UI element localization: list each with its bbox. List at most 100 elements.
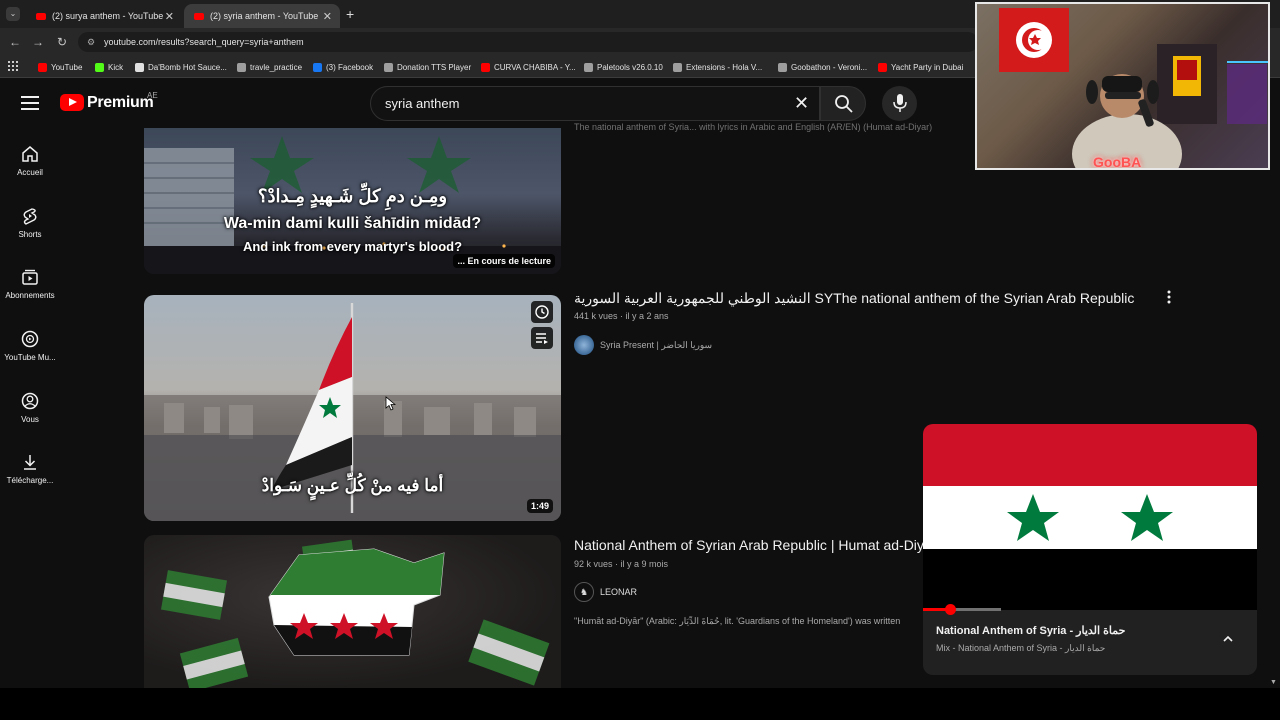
bookmark-item[interactable]: YouTube (38, 61, 82, 73)
clear-search-icon[interactable]: ✕ (794, 94, 809, 112)
bookmark-label: Extensions - Hola V... (686, 62, 763, 72)
bookmark-item[interactable]: Goobathon - Veroni... (778, 61, 867, 73)
bookmark-favicon-icon (481, 62, 490, 72)
video-title[interactable]: National Anthem of Syrian Arab Republic … (574, 537, 924, 553)
menu-icon[interactable] (21, 96, 39, 110)
scrollbar-down-arrow-icon[interactable]: ▼ (1270, 679, 1277, 686)
video-title[interactable]: النشيد الوطني للجمهورية العربية السورية … (574, 290, 1134, 307)
video-thumbnail[interactable] (144, 535, 561, 688)
bookmark-item[interactable]: Kick (95, 61, 123, 73)
bookmark-label: Paletools v26.0.10 (597, 62, 663, 72)
sidebar-item-youtube-music[interactable]: YouTube Mu... (0, 330, 60, 362)
upload-age: il y a 9 mois (620, 559, 669, 569)
youtube-music-icon (21, 330, 39, 348)
bookmark-label: Donation TTS Player (397, 62, 472, 72)
tab-title: (2) syria anthem - YouTube (210, 11, 319, 21)
flag-stars-icon (1007, 494, 1173, 541)
expand-chevron-icon[interactable] (1221, 632, 1235, 646)
bookmark-label: Da'Bomb Hot Sauce... (148, 62, 227, 72)
watch-later-button[interactable] (531, 301, 553, 323)
address-bar[interactable]: ⚙ youtube.com/results?search_query=syria… (78, 32, 978, 52)
miniplayer-subtitle: Mix - National Anthem of Syria - حماة ال… (936, 643, 1106, 653)
bookmark-label: (3) Facebook (326, 62, 374, 72)
home-icon (22, 146, 38, 162)
overlay-transliteration-text: Wa-min dami kulli šahīdin midād? (223, 215, 482, 232)
bookmark-favicon-icon (878, 62, 887, 72)
sidebar-item-home[interactable]: Accueil (0, 145, 60, 177)
bookmark-favicon-icon (135, 62, 144, 72)
account-icon (21, 392, 39, 410)
overlay-english-text: And ink from every martyr's blood? (242, 239, 463, 254)
bookmark-favicon-icon (313, 62, 322, 72)
back-button[interactable]: ← (6, 33, 24, 51)
apps-grid-icon[interactable] (8, 61, 18, 71)
bookmark-label: travle_practice (250, 62, 303, 72)
sidebar-item-subscriptions[interactable]: Abonnements (0, 268, 60, 300)
bookmark-item[interactable]: Donation TTS Player (384, 61, 471, 73)
youtube-favicon-icon (194, 12, 204, 20)
channel-link[interactable]: Syria Present | سوريا الحاضر (574, 335, 712, 355)
add-to-queue-button[interactable] (531, 327, 553, 349)
video-thumbnail[interactable]: ومِـن دمِ كلِّ شَـهيدٍ مِـدادْ؟ Wa-min d… (144, 128, 561, 274)
bookmark-label: Kick (108, 62, 124, 72)
progress-scrubber[interactable] (944, 604, 956, 615)
search-query: syria anthem (385, 96, 460, 111)
bookmark-item[interactable]: (3) Facebook (313, 61, 373, 73)
search-button[interactable] (820, 86, 866, 121)
tab-title: (2) surya anthem - YouTube (52, 11, 164, 21)
subscriptions-icon (22, 269, 38, 285)
brand-label[interactable]: Premium (87, 94, 154, 112)
search-input[interactable]: syria anthem (370, 86, 820, 121)
bookmark-item[interactable]: Paletools v26.0.10 (584, 61, 663, 73)
webcam-scene-icon (999, 8, 1268, 168)
avatar[interactable] (574, 335, 594, 355)
sidebar-item-label: Vous (21, 415, 39, 424)
search-icon (835, 95, 853, 113)
sidebar-item-label: YouTube Mu... (4, 353, 56, 362)
sidebar-item-you[interactable]: Vous (0, 392, 60, 424)
bookmark-item[interactable]: Extensions - Hola V... (673, 61, 762, 73)
bookmark-label: Yacht Party in Dubai (891, 62, 964, 72)
avatar[interactable]: ♞ (574, 582, 594, 602)
new-tab-button[interactable]: + (346, 6, 354, 22)
miniplayer-video[interactable] (923, 424, 1257, 615)
bookmark-favicon-icon (384, 62, 393, 72)
mouse-cursor-icon (385, 396, 396, 411)
bookmark-item[interactable]: Da'Bomb Hot Sauce... (135, 61, 227, 73)
video-meta: 441 k vues · il y a 2 ans (574, 311, 669, 321)
more-actions-icon[interactable] (1164, 289, 1174, 305)
bookmark-favicon-icon (95, 62, 104, 72)
region-code: AE (147, 91, 158, 100)
tab-syria-anthem[interactable]: (2) syria anthem - YouTube ✕ (184, 4, 340, 28)
video-snippet: "Humāt ad-Diyār" (Arabic: حُمَاةَ الدِّي… (574, 616, 901, 626)
bookmark-item[interactable]: CURVA CHABIBA - Y... (481, 61, 576, 73)
tab-close-icon[interactable]: ✕ (165, 10, 174, 23)
sidebar-item-downloads[interactable]: Téléchargе... (0, 453, 60, 485)
bookmark-label: Goobathon - Veroni... (791, 62, 868, 72)
miniplayer[interactable]: National Anthem of Syria - حماة الديار M… (923, 424, 1257, 675)
tab-search-button[interactable]: ⌄ (6, 7, 20, 21)
channel-name: LEONAR (600, 587, 638, 597)
sidebar-item-shorts[interactable]: Shorts (0, 207, 60, 239)
miniplayer-title[interactable]: National Anthem of Syria - حماة الديار (936, 624, 1125, 637)
site-info-icon[interactable]: ⚙ (87, 37, 95, 48)
bookmark-item[interactable]: travle_practice (237, 61, 302, 73)
video-thumbnail[interactable]: أما فيه منْ كُلِّ عـينٍ سَـوادْ 1:49 (144, 295, 561, 521)
youtube-logo-icon[interactable] (60, 94, 84, 111)
forward-button[interactable]: → (29, 33, 47, 51)
reload-button[interactable]: ↻ (53, 33, 71, 51)
channel-link[interactable]: ♞ LEONAR (574, 582, 637, 602)
sidebar-item-label: Abonnements (5, 291, 55, 300)
voice-search-button[interactable] (882, 86, 917, 121)
bookmark-favicon-icon (38, 62, 47, 72)
bottom-bar (0, 688, 1280, 720)
thumbnail-map-flag-icon (160, 539, 550, 688)
bookmark-label: CURVA CHABIBA - Y... (494, 62, 576, 72)
sidebar-item-label: Shorts (18, 230, 42, 239)
sidebar-item-label: Accueil (17, 168, 43, 177)
tab-surya-anthem[interactable]: (2) surya anthem - YouTube ✕ (26, 4, 182, 28)
tab-close-icon[interactable]: ✕ (323, 10, 332, 23)
view-count: 92 k vues (574, 559, 613, 569)
url-text: youtube.com/results?search_query=syria+a… (104, 37, 304, 47)
bookmark-item[interactable]: Yacht Party in Dubai (878, 61, 963, 73)
